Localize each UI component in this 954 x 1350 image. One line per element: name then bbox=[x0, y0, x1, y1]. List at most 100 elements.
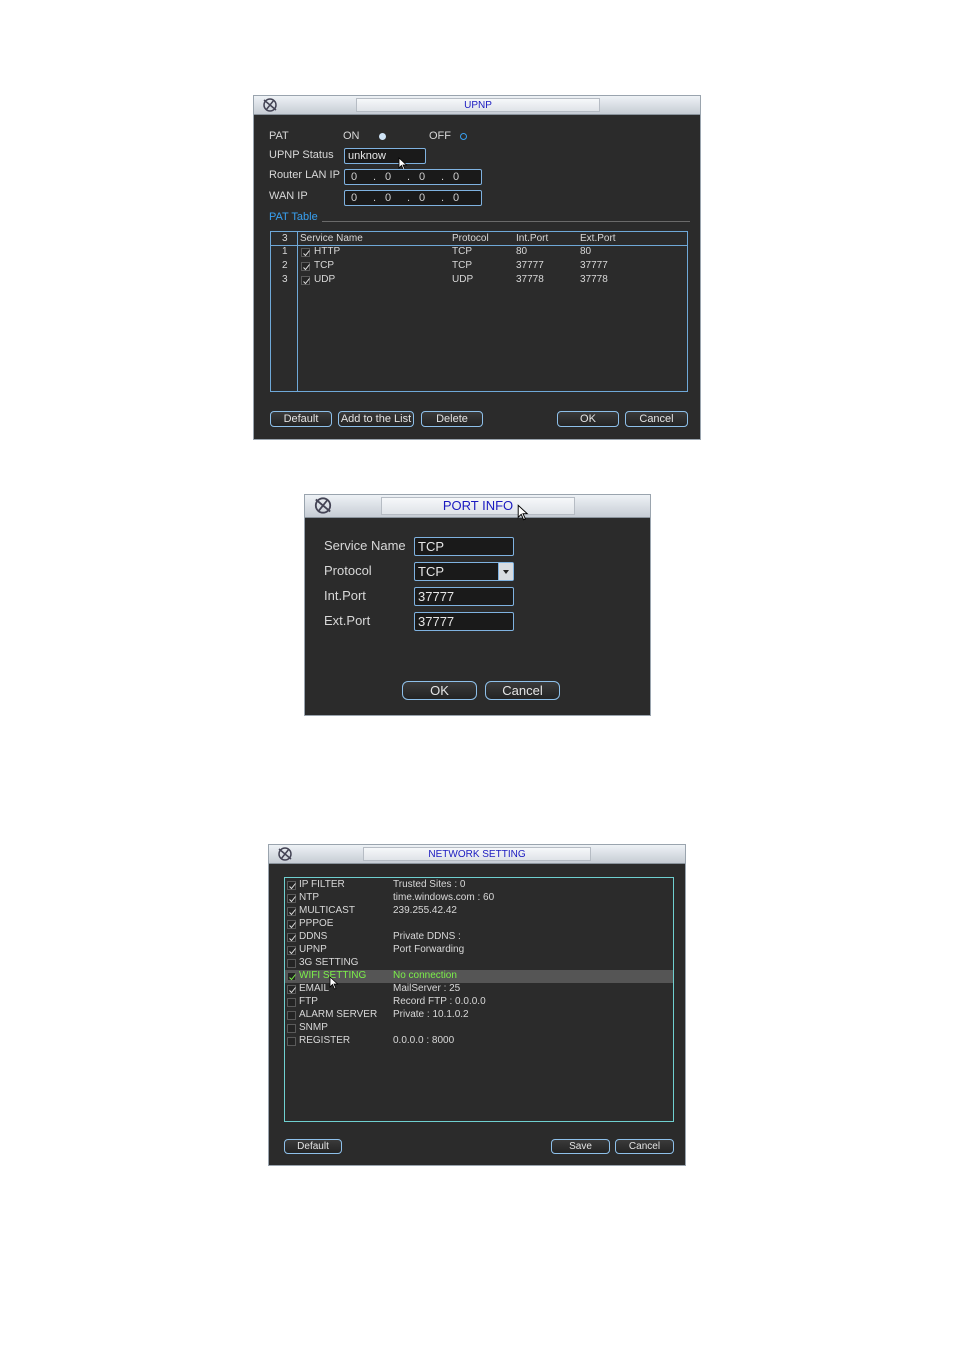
row-checkbox[interactable] bbox=[287, 1024, 296, 1033]
col-int-port: Int.Port bbox=[516, 233, 549, 244]
wan-ip-field[interactable] bbox=[344, 190, 482, 206]
pat-on-radio[interactable] bbox=[379, 133, 386, 140]
service-name-label: Service Name bbox=[324, 538, 406, 553]
col-ext-port: Ext.Port bbox=[580, 233, 616, 244]
pat-cell-protocol: TCP bbox=[452, 246, 472, 257]
row-checkbox[interactable] bbox=[287, 998, 296, 1007]
pat-off-radio[interactable] bbox=[460, 133, 467, 140]
row-checkbox[interactable] bbox=[287, 972, 296, 981]
wan-ip-sep: . bbox=[373, 192, 377, 204]
pat-table-count: 3 bbox=[282, 233, 288, 244]
list-item[interactable]: EMAIL MailServer : 25 bbox=[285, 983, 673, 996]
list-item[interactable]: ALARM SERVER Private : 10.1.0.2 bbox=[285, 1009, 673, 1022]
pat-label: PAT bbox=[269, 130, 289, 142]
setting-name: REGISTER bbox=[299, 1035, 351, 1046]
pat-cell-index: 1 bbox=[282, 246, 288, 257]
router-ip-octet-4: 0 bbox=[453, 171, 460, 183]
upnp-window: UPNP PAT ON OFF UPNP Status unknow Route… bbox=[253, 95, 701, 440]
list-item[interactable]: UPNP Port Forwarding bbox=[285, 944, 673, 957]
list-item[interactable]: IP FILTER Trusted Sites : 0 bbox=[285, 879, 673, 892]
check-icon bbox=[289, 883, 296, 890]
check-icon bbox=[289, 948, 296, 955]
check-icon bbox=[289, 935, 296, 942]
setting-value: Trusted Sites : 0 bbox=[393, 879, 466, 890]
setting-value: 0.0.0.0 : 8000 bbox=[393, 1035, 455, 1046]
row-checkbox[interactable] bbox=[287, 894, 296, 903]
chevron-down-icon[interactable] bbox=[498, 563, 513, 580]
setting-value: Record FTP : 0.0.0.0 bbox=[393, 996, 486, 1007]
protocol-select[interactable]: TCP bbox=[414, 562, 514, 581]
list-item[interactable]: SNMP bbox=[285, 1022, 673, 1035]
cancel-button[interactable]: Cancel bbox=[485, 681, 560, 700]
row-checkbox[interactable] bbox=[301, 276, 310, 285]
row-checkbox[interactable] bbox=[287, 985, 296, 994]
pat-cell-ext-port: 37778 bbox=[580, 274, 608, 285]
setting-name: IP FILTER bbox=[299, 879, 345, 890]
router-lan-ip-field[interactable] bbox=[344, 169, 482, 185]
row-checkbox[interactable] bbox=[287, 881, 296, 890]
ok-button[interactable]: OK bbox=[557, 411, 619, 427]
check-icon bbox=[289, 922, 296, 929]
row-checkbox[interactable] bbox=[287, 933, 296, 942]
list-item[interactable]: FTP Record FTP : 0.0.0.0 bbox=[285, 996, 673, 1009]
row-checkbox[interactable] bbox=[301, 262, 310, 271]
list-item[interactable]: NTP time.windows.com : 60 bbox=[285, 892, 673, 905]
cancel-button[interactable]: Cancel bbox=[615, 1139, 674, 1154]
int-port-label: Int.Port bbox=[324, 588, 366, 603]
setting-name: SNMP bbox=[299, 1022, 328, 1033]
row-checkbox[interactable] bbox=[287, 946, 296, 955]
list-item[interactable]: DDNS Private DDNS : bbox=[285, 931, 673, 944]
router-ip-sep: . bbox=[373, 171, 377, 183]
upnp-status-label: UPNP Status bbox=[269, 149, 334, 161]
list-item[interactable]: REGISTER 0.0.0.0 : 8000 bbox=[285, 1035, 673, 1048]
save-button[interactable]: Save bbox=[551, 1139, 610, 1154]
delete-button[interactable]: Delete bbox=[421, 411, 483, 427]
ext-port-input[interactable]: 37777 bbox=[414, 612, 514, 631]
default-button[interactable]: Default bbox=[270, 411, 332, 427]
upnp-title: UPNP bbox=[356, 98, 600, 112]
mouse-cursor-icon bbox=[329, 976, 339, 990]
upnp-status-field[interactable]: unknow bbox=[344, 148, 426, 164]
row-checkbox[interactable] bbox=[287, 920, 296, 929]
int-port-input[interactable]: 37777 bbox=[414, 587, 514, 606]
network-setting-titlebar[interactable]: NETWORK SETTING bbox=[269, 845, 685, 864]
setting-name: NTP bbox=[299, 892, 319, 903]
list-item[interactable]: WIFI SETTING No connection bbox=[285, 970, 673, 983]
setting-name: EMAIL bbox=[299, 983, 330, 994]
network-setting-list: IP FILTER Trusted Sites : 0 NTP time.window… bbox=[284, 877, 674, 1122]
row-checkbox[interactable] bbox=[287, 907, 296, 916]
router-ip-sep: . bbox=[441, 171, 445, 183]
pat-cell-int-port: 37778 bbox=[516, 274, 544, 285]
ok-button[interactable]: OK bbox=[402, 681, 477, 700]
row-checkbox[interactable] bbox=[287, 1011, 296, 1020]
service-name-input[interactable]: TCP bbox=[414, 537, 514, 556]
list-item[interactable]: MULTICAST 239.255.42.42 bbox=[285, 905, 673, 918]
setting-name: PPPOE bbox=[299, 918, 334, 929]
pat-cell-int-port: 80 bbox=[516, 246, 528, 257]
setting-value: No connection bbox=[393, 970, 457, 981]
row-checkbox[interactable] bbox=[287, 959, 296, 968]
row-checkbox[interactable] bbox=[287, 1037, 296, 1046]
pat-cell-ext-port: 37777 bbox=[580, 260, 608, 271]
setting-name: UPNP bbox=[299, 944, 327, 955]
wan-ip-octet-2: 0 bbox=[385, 192, 392, 204]
pat-table-label: PAT Table bbox=[269, 211, 318, 223]
cancel-button[interactable]: Cancel bbox=[625, 411, 688, 427]
setting-name: ALARM SERVER bbox=[299, 1009, 378, 1020]
setting-value: Port Forwarding bbox=[393, 944, 465, 955]
port-info-window: PORT INFO Service Name TCP Protocol TCP … bbox=[304, 494, 651, 716]
upnp-titlebar[interactable]: UPNP bbox=[254, 96, 700, 115]
pat-cell-protocol: UDP bbox=[452, 274, 474, 285]
check-icon bbox=[303, 264, 310, 271]
list-item[interactable]: PPPOE bbox=[285, 918, 673, 931]
add-to-list-button[interactable]: Add to the List bbox=[338, 411, 414, 427]
wan-ip-sep: . bbox=[441, 192, 445, 204]
setting-value: Private : 10.1.0.2 bbox=[393, 1009, 469, 1020]
row-checkbox[interactable] bbox=[301, 248, 310, 257]
setting-value: Private DDNS : bbox=[393, 931, 461, 942]
check-icon bbox=[289, 909, 296, 916]
port-info-titlebar[interactable]: PORT INFO bbox=[305, 495, 650, 518]
default-button[interactable]: Default bbox=[284, 1139, 342, 1154]
list-item[interactable]: 3G SETTING bbox=[285, 957, 673, 970]
wan-ip-octet-4: 0 bbox=[453, 192, 460, 204]
